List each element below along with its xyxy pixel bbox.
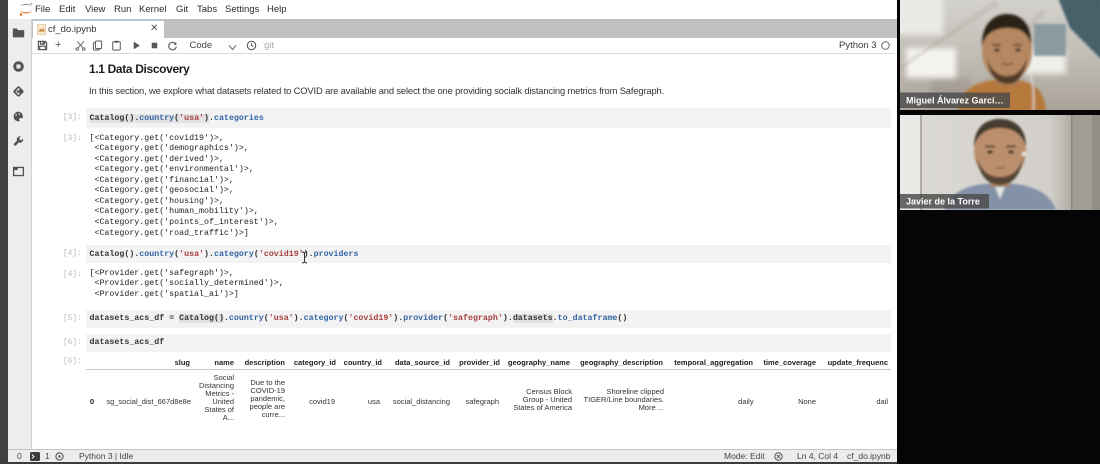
svg-text:Miguel Álvarez Garcí…: Miguel Álvarez Garcí… [906, 96, 1004, 106]
svg-text:Javier de la Torre: Javier de la Torre [906, 197, 980, 207]
